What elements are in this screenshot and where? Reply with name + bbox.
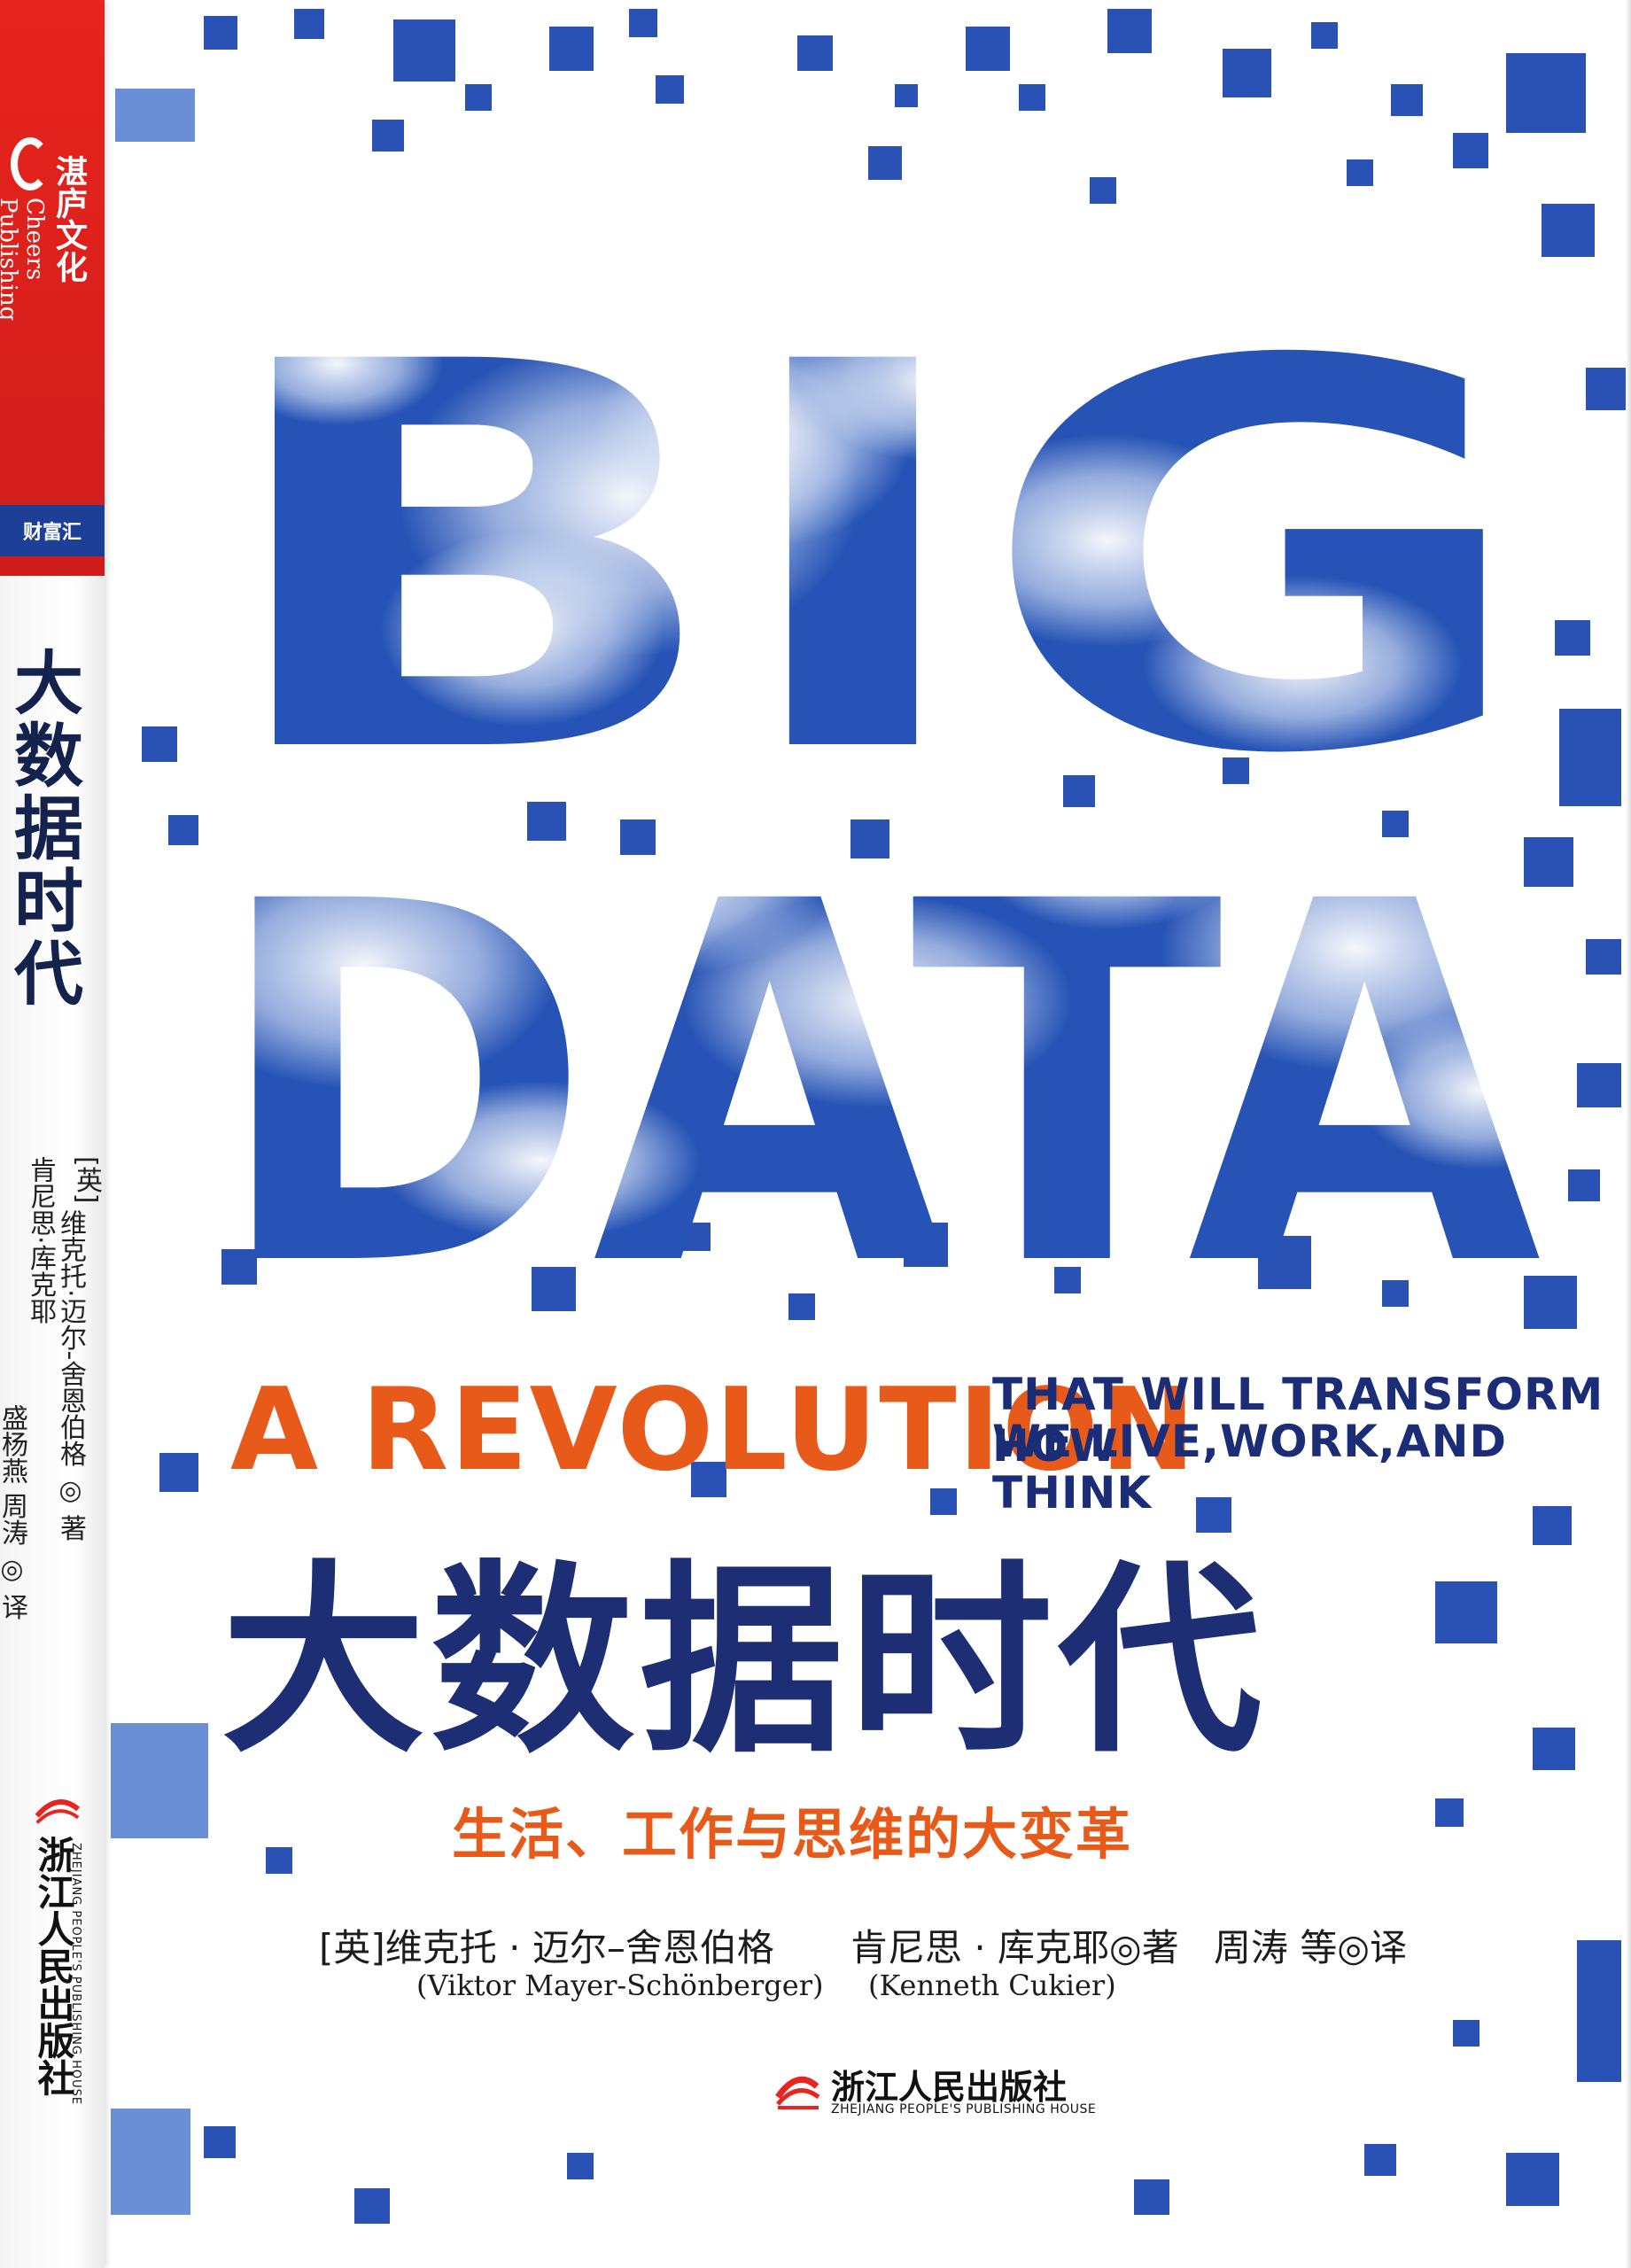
book-subtitle-cn: 生活、工作与思维的大变革 [452,1802,1133,1867]
spine-logo-en: Cheers Publishing [0,198,48,322]
spine-publisher-logo-icon [35,1799,81,1824]
spine-series: 财富汇 [0,505,105,556]
publisher-block: 浙江人民出版社 ZHEJIANG PEOPLE'S PUBLISHING HOU… [771,2060,1107,2122]
cover-edge [1626,0,1631,2268]
spine-author-nationality: [英] [71,1156,102,1204]
big-data-letters: BIG DATA [213,251,1545,1302]
book-title-cn: 大数据时代 [221,1542,1268,1781]
spine-publisher-logo: Cheers Publishing 湛庐文化 [0,137,96,394]
spine-translators: 盛杨燕 周涛 ◎ 译 [0,1404,27,1620]
book-spine: Cheers Publishing 湛庐文化 财富汇 大数据时代 [英] 维克托… [0,0,105,2268]
spine-logo-cn: 湛庐文化 [50,155,87,283]
publisher-name-en: ZHEJIANG PEOPLE'S PUBLISHING HOUSE [831,2102,1097,2117]
author2-en: (Kenneth Cukier) [868,1969,1116,2002]
spine-title: 大数据时代 [3,647,83,1010]
spine-author-1: 维克托·迈尔-舍恩伯格 ◎ 著 [55,1209,86,1542]
spine-publisher-en: ZHEJIANG PEOPLE'S PUBLISHING HOUSE [69,1843,82,2106]
cheers-logo-icon [11,137,50,190]
author2-cn: 肯尼思 · 库克耶◎著 [850,1926,1179,1969]
spine-publisher-cn: 浙江人民出版社 [32,1836,75,2096]
publisher-name-cn: 浙江人民出版社 [831,2068,1068,2107]
spine-author-2: 肯尼思·库克耶 [25,1156,56,1324]
spine-authors: [英] 维克托·迈尔-舍恩伯格 ◎ 著 肯尼思·库克耶 盛杨燕 周涛 ◎ 译 [0,1156,102,1652]
author1-en: (Viktor Mayer-Schönberger) [416,1969,824,2002]
author1-cn: [英]维克托 · 迈尔–舍恩伯格 [319,1926,774,1969]
publisher-logo-icon [775,2076,820,2109]
translator: 周涛 等◎译 [1214,1926,1407,1969]
tagline-line-2: WE LIVE,WORK,AND THINK [992,1416,1507,1518]
big-word: BIG [213,251,1533,870]
book-cover: BIG DATA A REVOLUTION THAT WILL TRANSFOR… [0,0,1631,2268]
data-word: DATA [213,798,1545,1302]
spine-publisher: 浙江人民出版社 ZHEJIANG PEOPLE'S PUBLISHING HOU… [27,1790,97,2233]
